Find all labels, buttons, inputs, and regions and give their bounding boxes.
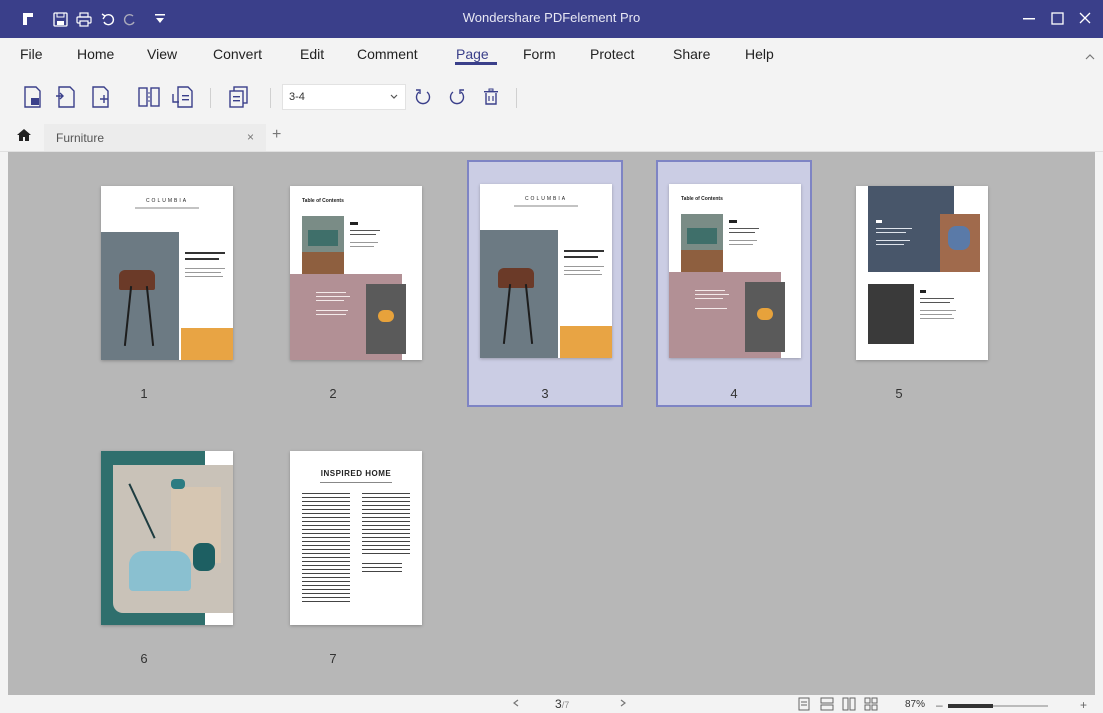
title-bar: Wondershare PDFelement Pro	[0, 0, 1103, 38]
replace-pages-icon[interactable]	[170, 84, 196, 110]
page-thumbnail[interactable]: INSPIRED HOME 7	[262, 427, 422, 666]
single-page-view-icon[interactable]	[798, 697, 810, 713]
menu-form[interactable]: Form	[523, 46, 556, 62]
current-page-indicator[interactable]: 3/7	[555, 697, 595, 711]
page-number: 5	[895, 386, 903, 401]
toolbar-divider	[210, 88, 211, 108]
total-pages: /7	[561, 700, 570, 710]
maximize-button[interactable]	[1044, 7, 1070, 29]
menu-share[interactable]: Share	[673, 46, 710, 62]
page-preview	[856, 186, 988, 360]
insert-pages-icon[interactable]	[52, 84, 78, 110]
close-window-button[interactable]	[1072, 7, 1098, 29]
page-thumbnail-canvas: COLUMBIA 1 Table of Contents 2 COLUMBIA …	[8, 152, 1095, 695]
zoom-out-button[interactable]: –	[936, 698, 943, 712]
page-preview: INSPIRED HOME	[290, 451, 422, 625]
thumbnail-view-icon[interactable]	[864, 697, 878, 713]
page-number: 6	[140, 651, 148, 666]
cover-heading: COLUMBIA	[145, 198, 189, 204]
menu-view[interactable]: View	[147, 46, 177, 62]
crop-pages-icon[interactable]	[226, 84, 252, 110]
continuous-view-icon[interactable]	[820, 697, 834, 713]
next-page-icon[interactable]	[620, 699, 626, 710]
toolbar-divider	[270, 88, 271, 108]
rotate-right-icon[interactable]	[444, 84, 470, 110]
close-tab-icon[interactable]: ×	[247, 130, 254, 144]
split-pages-icon[interactable]	[136, 84, 162, 110]
cover-heading: COLUMBIA	[524, 196, 568, 202]
toc-heading: Table of Contents	[302, 198, 344, 204]
page-thumbnail-selected[interactable]: Table of Contents 4	[656, 160, 812, 407]
menu-page[interactable]: Page	[456, 46, 489, 62]
page-toolbar	[0, 72, 1103, 122]
page-number: 7	[329, 651, 337, 666]
page-preview: COLUMBIA	[101, 186, 233, 360]
rotate-left-icon[interactable]	[410, 84, 436, 110]
page-thumbnail[interactable]: 6	[73, 427, 233, 666]
zoom-slider-fill	[948, 704, 993, 708]
zoom-level[interactable]: 87%	[905, 699, 925, 710]
add-tab-icon[interactable]: +	[272, 126, 281, 144]
window-title: Wondershare PDFelement Pro	[462, 10, 641, 25]
menu-comment[interactable]: Comment	[357, 46, 418, 62]
page-thumbnail[interactable]: COLUMBIA 1	[73, 162, 233, 401]
insert-blank-icon[interactable]	[88, 84, 114, 110]
page-number: 4	[730, 386, 738, 401]
menu-file[interactable]: File	[20, 46, 43, 62]
chevron-down-icon[interactable]	[390, 92, 398, 102]
page-preview: COLUMBIA	[480, 184, 612, 358]
page-thumbnail[interactable]: 5	[828, 162, 988, 401]
menu-home[interactable]: Home	[77, 46, 114, 62]
toolbar-divider	[516, 88, 517, 108]
two-page-view-icon[interactable]	[842, 697, 856, 713]
page-range-input[interactable]: 3-4	[282, 84, 406, 110]
pdfelement-window: Wondershare PDFelement Pro File Home Vie…	[0, 0, 1103, 713]
page-preview: Table of Contents	[290, 186, 422, 360]
page-number: 2	[329, 386, 337, 401]
page-thumbnail-selected[interactable]: COLUMBIA 3	[467, 160, 623, 407]
document-tab-label: Furniture	[56, 131, 105, 145]
current-page-number: 3	[555, 697, 562, 711]
page-number: 3	[541, 386, 549, 401]
page-number: 1	[140, 386, 148, 401]
menu-help[interactable]: Help	[745, 46, 774, 62]
zoom-slider[interactable]	[948, 704, 1048, 708]
minimize-button[interactable]	[1016, 7, 1042, 29]
active-menu-indicator	[455, 62, 497, 65]
page-preview: Table of Contents	[669, 184, 801, 358]
toc-heading: Table of Contents	[681, 196, 723, 202]
page-thumbnail[interactable]: Table of Contents 2	[262, 162, 422, 401]
page-preview	[101, 451, 233, 625]
delete-pages-icon[interactable]	[478, 84, 504, 110]
menu-convert[interactable]: Convert	[213, 46, 262, 62]
menu-edit[interactable]: Edit	[300, 46, 324, 62]
menu-protect[interactable]: Protect	[590, 46, 634, 62]
article-heading: INSPIRED HOME	[320, 469, 392, 478]
previous-page-icon[interactable]	[513, 699, 519, 710]
zoom-in-button[interactable]: +	[1080, 698, 1087, 712]
collapse-ribbon-icon[interactable]	[1085, 52, 1095, 64]
extract-pages-icon[interactable]	[20, 84, 46, 110]
home-icon[interactable]	[16, 128, 32, 147]
